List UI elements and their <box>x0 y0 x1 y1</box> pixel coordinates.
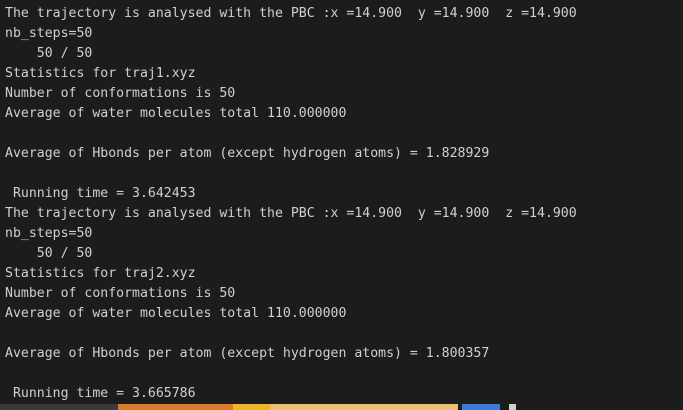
terminal-line: nb_steps=50 <box>5 26 93 41</box>
prompt-segment-path <box>118 404 233 410</box>
terminal-output: The trajectory is analysed with the PBC … <box>0 0 683 404</box>
shell-prompt-statusbar <box>0 404 683 410</box>
text-cursor[interactable] <box>509 404 516 410</box>
terminal-line: Average of water molecules total 110.000… <box>5 106 347 121</box>
terminal-line: Average of Hbonds per atom (except hydro… <box>5 146 490 161</box>
terminal-line: Statistics for traj1.xyz <box>5 66 196 81</box>
terminal-line: The trajectory is analysed with the PBC … <box>5 6 577 21</box>
prompt-segment-end <box>462 404 500 410</box>
prompt-segment-user <box>0 404 118 410</box>
terminal-line: The trajectory is analysed with the PBC … <box>5 206 577 221</box>
terminal-line: Number of conformations is 50 <box>5 286 236 301</box>
terminal-line: Average of water molecules total 110.000… <box>5 306 347 321</box>
terminal-line: Average of Hbonds per atom (except hydro… <box>5 346 490 361</box>
terminal-line: 50 / 50 <box>5 246 93 261</box>
terminal-line: Running time = 3.665786 <box>5 386 196 401</box>
terminal-line: 50 / 50 <box>5 46 93 61</box>
prompt-segment-git <box>233 404 270 410</box>
terminal-line: Number of conformations is 50 <box>5 86 236 101</box>
terminal-line: Statistics for traj2.xyz <box>5 266 196 281</box>
terminal-line: nb_steps=50 <box>5 226 93 241</box>
terminal-line: Running time = 3.642453 <box>5 186 196 201</box>
prompt-segment-status <box>270 404 458 410</box>
